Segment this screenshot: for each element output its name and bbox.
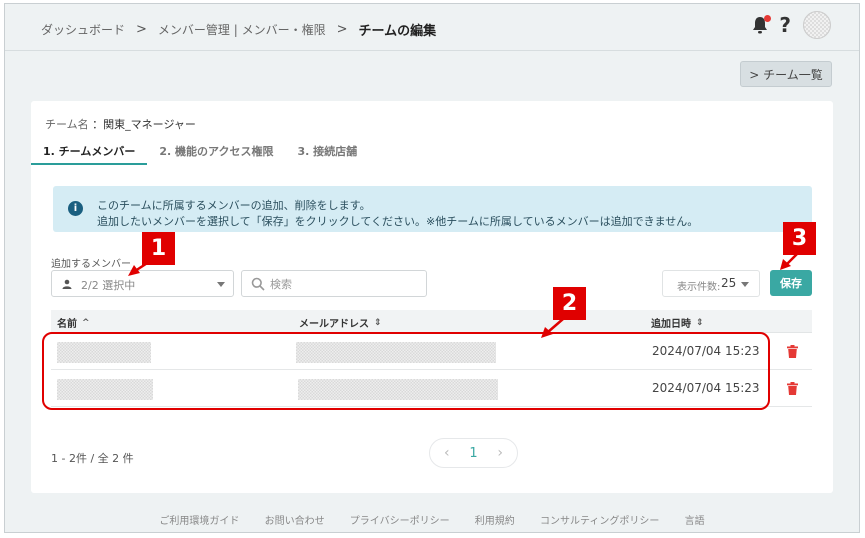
breadcrumb-member-management[interactable]: メンバー管理 | メンバー・権限: [158, 21, 326, 38]
member-select-label: 追加するメンバー: [51, 259, 131, 270]
chevron-down-icon: [741, 282, 749, 287]
per-page-select[interactable]: 表示件数: 25: [662, 270, 760, 297]
tab-team-members[interactable]: 1. チームメンバー: [31, 137, 148, 165]
footer-link-contact[interactable]: お問い合わせ: [265, 516, 325, 527]
column-header-name[interactable]: 名前 ^: [57, 315, 90, 331]
top-header: ダッシュボード > メンバー管理 | メンバー・権限 > チームの編集 ?: [5, 4, 859, 51]
pagination: ‹ 1 ›: [429, 438, 518, 468]
trash-icon[interactable]: [787, 345, 798, 358]
highlight-table-rows: [42, 332, 770, 410]
header-icons: ?: [751, 11, 831, 39]
notification-dot: [764, 15, 772, 22]
search-icon: [251, 277, 265, 291]
column-label: メールアドレス: [299, 319, 369, 330]
breadcrumb-separator: >: [136, 22, 147, 37]
app-window: ダッシュボード > メンバー管理 | メンバー・権限 > チームの編集 ? > …: [4, 3, 860, 533]
footer-link-consulting-policy[interactable]: コンサルティングポリシー: [540, 516, 659, 527]
footer-link-terms[interactable]: 利用規約: [475, 516, 515, 527]
footer-link-privacy[interactable]: プライバシーポリシー: [350, 516, 450, 527]
bell-icon[interactable]: [751, 15, 772, 35]
column-header-added[interactable]: 追加日時 ⇕: [651, 315, 704, 331]
search-box: [241, 270, 427, 297]
team-name-value: ：関東_マネージャー: [92, 118, 196, 131]
alert-line-1: このチームに所属するメンバーの追加、削除をします。: [97, 199, 371, 212]
team-edit-card: チーム名 ：関東_マネージャー 1. チームメンバー 2. 機能のアクセス権限 …: [31, 101, 833, 493]
table-header: 名前 ^ メールアドレス ⇕ 追加日時 ⇕: [51, 310, 812, 333]
tab-access-permissions[interactable]: 2. 機能のアクセス権限: [147, 137, 285, 165]
next-page-icon[interactable]: ›: [497, 445, 503, 461]
page-number[interactable]: 1: [469, 446, 477, 461]
member-select-value: 2/2 選択中: [81, 279, 136, 292]
tab-bar: 1. チームメンバー 2. 機能のアクセス権限 3. 接続店舗: [31, 137, 369, 165]
page-title: チームの編集: [358, 24, 437, 39]
column-header-email[interactable]: メールアドレス ⇕: [299, 315, 382, 331]
tab-connected-stores[interactable]: 3. 接続店舗: [285, 137, 369, 165]
footer: ご利用環境ガイド お問い合わせ プライバシーポリシー 利用規約 コンサルティング…: [5, 512, 859, 527]
search-input[interactable]: [270, 275, 420, 293]
sort-asc-icon: ^: [82, 317, 90, 328]
annotation-marker-3: 3: [783, 222, 816, 255]
per-page-label: 表示件数:: [677, 282, 721, 293]
alert-line-2: 追加したいメンバーを選択して「保存」をクリックしてください。※他チームに所属して…: [97, 215, 699, 228]
team-name-label: チーム名: [45, 118, 89, 131]
help-icon[interactable]: ?: [779, 15, 791, 35]
save-button[interactable]: 保存: [770, 270, 812, 296]
annotation-marker-1: 1: [142, 232, 175, 265]
breadcrumb: ダッシュボード > メンバー管理 | メンバー・権限 > チームの編集: [41, 20, 436, 39]
avatar[interactable]: [803, 11, 831, 39]
annotation-marker-2: 2: [553, 287, 586, 320]
chevron-down-icon: [217, 282, 225, 287]
breadcrumb-dashboard[interactable]: ダッシュボード: [41, 21, 125, 38]
per-page-value: 25: [721, 276, 737, 290]
column-label: 名前: [57, 319, 77, 330]
sort-icon: ⇕: [374, 317, 382, 328]
prev-page-icon[interactable]: ‹: [444, 445, 450, 461]
team-list-button[interactable]: > チーム一覧: [740, 61, 832, 87]
column-label: 追加日時: [651, 319, 691, 330]
member-select[interactable]: 2/2 選択中: [51, 270, 234, 297]
info-icon: i: [68, 201, 83, 216]
footer-link-environment-guide[interactable]: ご利用環境ガイド: [159, 516, 239, 527]
result-count: 1 - 2件 / 全 2 件: [51, 452, 134, 465]
info-alert: i このチームに所属するメンバーの追加、削除をします。 追加したいメンバーを選択…: [53, 186, 812, 232]
breadcrumb-separator: >: [336, 22, 348, 37]
team-name: チーム名 ：関東_マネージャー: [45, 116, 196, 132]
sort-icon: ⇕: [696, 317, 704, 328]
footer-link-language[interactable]: 言語: [685, 516, 705, 527]
trash-icon[interactable]: [787, 382, 798, 395]
person-icon: [62, 279, 72, 289]
